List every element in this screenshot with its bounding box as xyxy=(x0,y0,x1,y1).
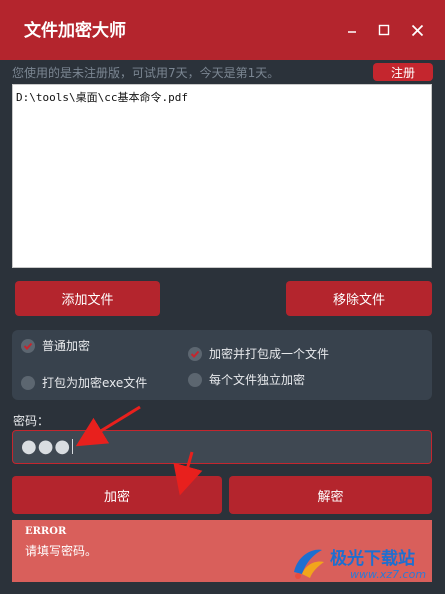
option-label: 加密并打包成一个文件 xyxy=(209,347,330,361)
password-label: 密码： xyxy=(13,414,50,428)
error-message: 请填写密码。 xyxy=(25,544,98,558)
decrypt-button[interactable]: 解密 xyxy=(229,476,432,514)
error-title: ERROR xyxy=(25,526,67,537)
password-value: ●●● xyxy=(21,436,72,457)
watermark-name: 极光下载站 xyxy=(330,549,415,569)
option-pack-one-file[interactable]: 加密并打包成一个文件 xyxy=(188,345,329,362)
text-caret xyxy=(72,439,74,454)
password-input[interactable]: ●●● xyxy=(12,430,432,464)
app-title: 文件加密大师 xyxy=(24,21,126,41)
option-normal-encrypt[interactable]: 普通加密 xyxy=(21,337,90,354)
option-each-file[interactable]: 每个文件独立加密 xyxy=(188,371,305,388)
trial-notice: 您使用的是未注册版，可试用7天，今天是第1天。 xyxy=(12,66,280,80)
close-button[interactable] xyxy=(405,18,429,42)
file-list-item[interactable]: D:\tools\桌面\cc基本命令.pdf xyxy=(13,85,431,105)
remove-file-button[interactable]: 移除文件 xyxy=(286,281,432,316)
register-button[interactable]: 注册 xyxy=(373,63,433,81)
aurora-logo-icon xyxy=(294,549,324,579)
option-label: 普通加密 xyxy=(42,339,91,353)
encrypt-button[interactable]: 加密 xyxy=(12,476,222,514)
checked-radio-icon xyxy=(188,346,202,361)
checked-radio-icon xyxy=(21,338,35,353)
maximize-button[interactable] xyxy=(372,18,396,42)
watermark-url: www.xz7.com xyxy=(350,568,427,581)
option-pack-exe[interactable]: 打包为加密exe文件 xyxy=(21,374,147,391)
watermark: 极光下载站 www.xz7.com xyxy=(288,540,438,590)
minimize-button[interactable] xyxy=(340,18,364,42)
option-label: 每个文件独立加密 xyxy=(209,373,306,387)
maximize-icon xyxy=(378,24,390,36)
unchecked-radio-icon xyxy=(21,375,35,390)
option-label: 打包为加密exe文件 xyxy=(42,376,148,390)
file-list[interactable]: D:\tools\桌面\cc基本命令.pdf xyxy=(12,84,432,268)
unchecked-radio-icon xyxy=(188,372,202,387)
title-bar: 文件加密大师 xyxy=(0,0,445,60)
add-file-button[interactable]: 添加文件 xyxy=(15,281,160,316)
close-icon xyxy=(411,24,423,36)
minimize-icon xyxy=(348,31,356,33)
